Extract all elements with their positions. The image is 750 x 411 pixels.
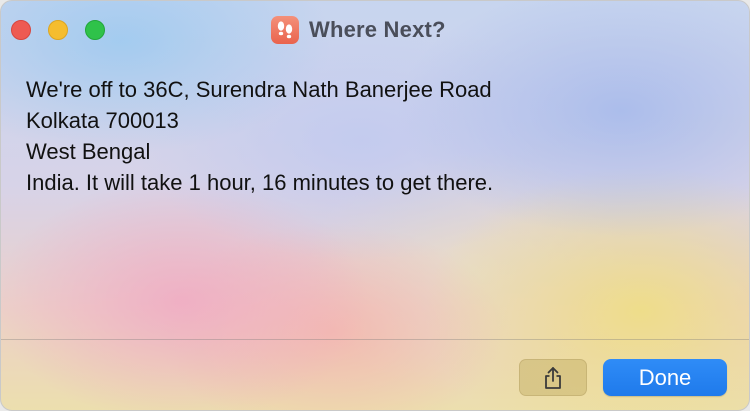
title-bar: Where Next? [1, 1, 749, 57]
zoom-window-button[interactable] [85, 20, 105, 40]
message-line: We're off to 36C, Surendra Nath Banerjee… [26, 77, 492, 102]
message-line: Kolkata 700013 [26, 108, 179, 133]
message-line: India. It will take 1 hour, 16 minutes t… [26, 170, 494, 195]
message-line: West Bengal [26, 139, 151, 164]
close-window-button[interactable] [11, 20, 31, 40]
done-button[interactable]: Done [603, 359, 727, 396]
title-group: Where Next? [271, 15, 446, 45]
share-icon [545, 366, 561, 389]
window-title: Where Next? [309, 17, 446, 42]
alert-window: Where Next? We're off to 36C, Surendra N… [0, 0, 750, 411]
footprints-icon [271, 16, 299, 44]
message-text: We're off to 36C, Surendra Nath Banerjee… [26, 74, 716, 198]
minimize-window-button[interactable] [48, 20, 68, 40]
share-button[interactable] [519, 359, 587, 396]
footer-divider [1, 339, 749, 340]
